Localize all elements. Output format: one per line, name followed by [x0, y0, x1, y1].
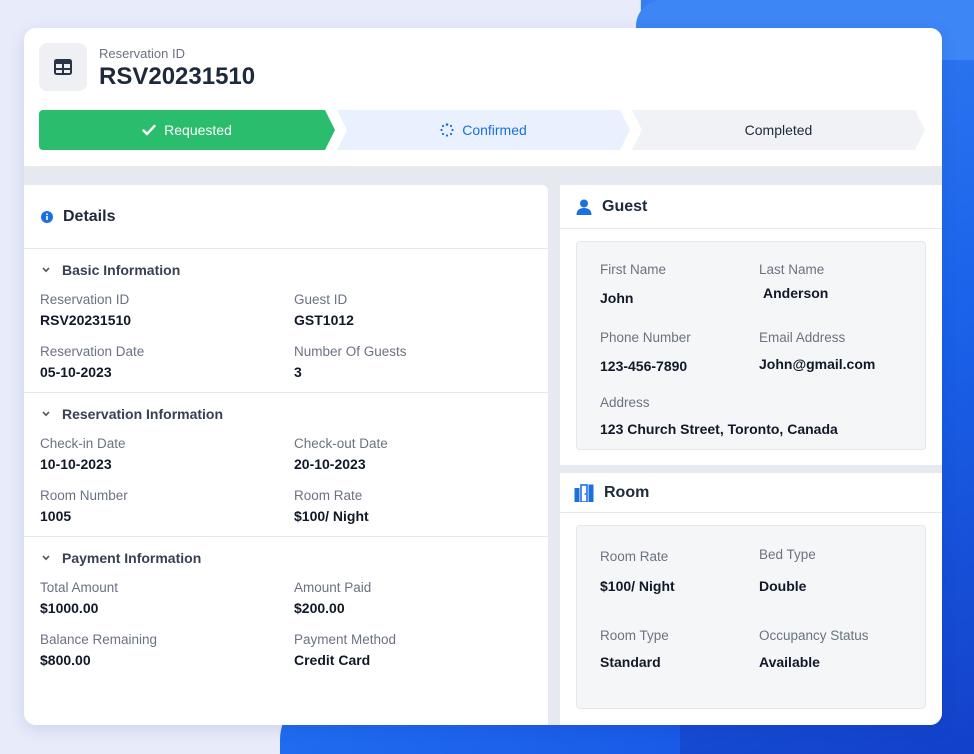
step-requested[interactable]: Requested — [39, 110, 335, 150]
field-label: Room Rate — [294, 488, 363, 503]
divider — [24, 248, 548, 249]
email-value: John@gmail.com — [759, 356, 876, 372]
field-label: Number Of Guests — [294, 344, 407, 359]
email-label: Email Address — [759, 330, 846, 345]
chevron-down-icon — [42, 555, 50, 561]
phone-value: 123-456-7890 — [600, 358, 688, 374]
room-rate-value: $100/ Night — [600, 578, 675, 594]
field-label: Check-out Date — [294, 436, 388, 451]
field-value: $1000.00 — [40, 600, 99, 616]
chevron-down-icon — [42, 411, 50, 417]
field-value: Credit Card — [294, 652, 371, 668]
field-label: Balance Remaining — [40, 632, 158, 647]
details-title: Details — [41, 208, 115, 226]
spinner-icon — [440, 123, 454, 137]
bed-type-value: Double — [759, 578, 807, 594]
divider — [560, 512, 942, 513]
occupancy-label: Occupancy Status — [759, 628, 869, 643]
room-panel: Room Room Rate $100/ Night Bed Type Doub… — [560, 473, 942, 725]
field-label: Total Amount — [40, 580, 119, 595]
field-label: Amount Paid — [294, 580, 372, 595]
table-icon — [39, 43, 87, 91]
step-label: Requested — [164, 122, 232, 138]
chevron-down-icon — [42, 267, 50, 273]
reservation-card: Reservation ID RSV20231510 Requested Con… — [24, 28, 942, 725]
address-value: 123 Church Street, Toronto, Canada — [600, 421, 838, 437]
last-name-label: Last Name — [759, 262, 825, 277]
reservation-id-value: RSV20231510 — [99, 63, 256, 90]
reservation-id-label: Reservation ID — [99, 46, 185, 61]
divider — [560, 228, 942, 229]
progress-steps: Requested Confirmed Completed — [39, 110, 925, 150]
first-name-label: First Name — [600, 262, 667, 277]
guest-title: Guest — [576, 198, 647, 216]
field-value: $100/ Night — [294, 508, 369, 524]
address-label: Address — [600, 395, 650, 410]
field-value: RSV20231510 — [40, 312, 132, 328]
room-type-label: Room Type — [600, 628, 669, 643]
details-panel: Details Basic Information Reservation ID… — [24, 185, 548, 725]
user-icon — [576, 199, 592, 215]
info-icon — [41, 211, 53, 223]
field-label: Reservation ID — [40, 292, 130, 307]
room-info-box: Room Rate $100/ Night Bed Type Double Ro… — [576, 525, 926, 709]
divider — [24, 392, 548, 393]
field-value: 3 — [294, 364, 302, 380]
guest-panel: Guest First Name John Last Name Anderson… — [560, 185, 942, 465]
phone-label: Phone Number — [600, 330, 691, 345]
field-value: 20-10-2023 — [294, 456, 366, 472]
section-payment-information[interactable]: Payment Information — [42, 550, 201, 566]
section-basic-information[interactable]: Basic Information — [42, 262, 180, 278]
room-type-value: Standard — [600, 654, 661, 670]
divider — [24, 536, 548, 537]
field-label: Check-in Date — [40, 436, 126, 451]
step-confirmed[interactable]: Confirmed — [337, 110, 630, 150]
room-rate-label: Room Rate — [600, 549, 669, 564]
field-value: GST1012 — [294, 312, 354, 328]
field-value: $200.00 — [294, 600, 345, 616]
field-label: Room Number — [40, 488, 128, 503]
room-title: Room — [574, 484, 649, 502]
field-value: 10-10-2023 — [40, 456, 112, 472]
first-name-value: John — [600, 290, 634, 306]
section-reservation-information[interactable]: Reservation Information — [42, 406, 223, 422]
last-name-value: Anderson — [763, 285, 829, 301]
guest-info-box: First Name John Last Name Anderson Phone… — [576, 241, 926, 450]
field-value: 1005 — [40, 508, 72, 524]
field-value: 05-10-2023 — [40, 364, 112, 380]
step-label: Confirmed — [462, 122, 527, 138]
occupancy-value: Available — [759, 654, 820, 670]
step-label: Completed — [744, 122, 813, 138]
reservation-header: Reservation ID RSV20231510 Requested Con… — [24, 28, 942, 166]
bed-type-label: Bed Type — [759, 547, 816, 562]
field-label: Guest ID — [294, 292, 348, 307]
field-value: $800.00 — [40, 652, 91, 668]
field-label: Reservation Date — [40, 344, 145, 359]
field-label: Payment Method — [294, 632, 397, 647]
room-door-icon — [574, 484, 594, 502]
step-completed[interactable]: Completed — [632, 110, 925, 150]
check-icon — [142, 124, 156, 136]
